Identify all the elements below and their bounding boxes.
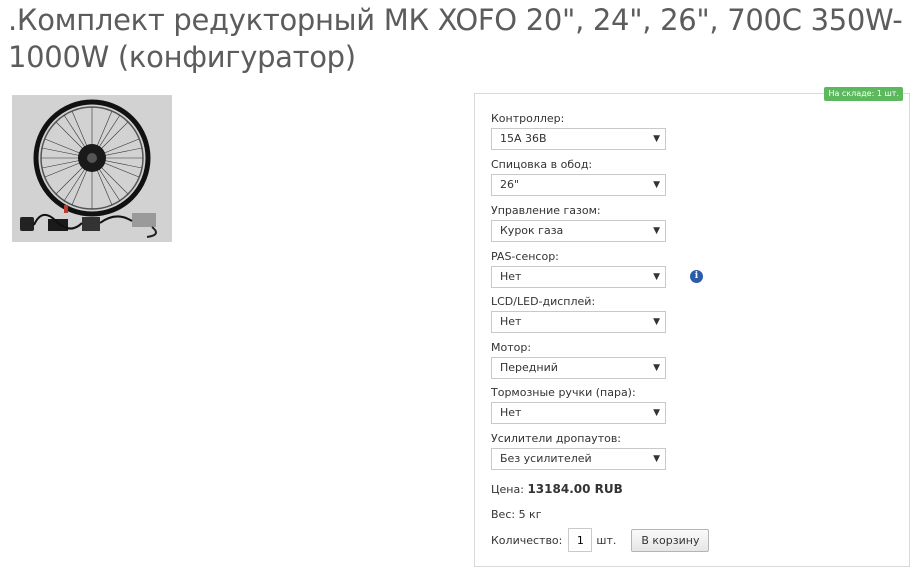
option-label: Контроллер: xyxy=(491,112,565,125)
info-icon[interactable]: i xyxy=(690,270,703,283)
quantity-label: Количество: xyxy=(491,533,563,547)
option-pas-sensor: PAS-сенсор: Нет ▼ xyxy=(491,250,791,288)
caret-down-icon: ▼ xyxy=(653,363,660,373)
option-dropout-reinforcement: Усилители дропаутов: Без усилителей ▼ xyxy=(491,432,791,470)
select-value: Передний xyxy=(500,361,558,374)
select-value: Курок газа xyxy=(500,224,564,237)
option-display: LCD/LED-дисплей: Нет ▼ xyxy=(491,295,791,333)
caret-down-icon: ▼ xyxy=(653,226,660,236)
caret-down-icon: ▼ xyxy=(653,408,660,418)
controller-select[interactable]: 15А 36В ▼ xyxy=(491,128,666,150)
throttle-select[interactable]: Курок газа ▼ xyxy=(491,220,666,242)
select-value: 26" xyxy=(500,178,520,191)
price-value: 13184.00 RUB xyxy=(527,482,623,496)
select-value: 15А 36В xyxy=(500,132,547,145)
option-controller: Контроллер: 15А 36В ▼ xyxy=(491,112,791,150)
option-spoking: Спицовка в обод: 26" ▼ xyxy=(491,158,791,196)
option-label: Управление газом: xyxy=(491,204,601,217)
option-label: Тормозные ручки (пара): xyxy=(491,386,636,399)
select-value: Нет xyxy=(500,315,522,328)
weight-text: Вес: 5 кг xyxy=(491,508,542,521)
stock-badge: На складе: 1 шт. xyxy=(824,87,903,101)
option-label: Усилители дропаутов: xyxy=(491,432,622,445)
select-value: Нет xyxy=(500,406,522,419)
select-value: Нет xyxy=(500,270,522,283)
option-motor: Мотор: Передний ▼ xyxy=(491,341,791,379)
caret-down-icon: ▼ xyxy=(653,272,660,282)
option-label: Мотор: xyxy=(491,341,532,354)
option-label: Спицовка в обод: xyxy=(491,158,593,171)
product-image[interactable] xyxy=(12,95,172,242)
pas-sensor-select[interactable]: Нет ▼ xyxy=(491,266,666,288)
caret-down-icon: ▼ xyxy=(653,180,660,190)
option-throttle: Управление газом: Курок газа ▼ xyxy=(491,204,791,242)
option-label: LCD/LED-дисплей: xyxy=(491,295,596,308)
caret-down-icon: ▼ xyxy=(653,317,660,327)
dropout-reinforcement-select[interactable]: Без усилителей ▼ xyxy=(491,448,666,470)
motor-select[interactable]: Передний ▼ xyxy=(491,357,666,379)
display-select[interactable]: Нет ▼ xyxy=(491,311,666,333)
page-title: .Комплект редукторный МК XOFO 20", 24", … xyxy=(8,3,903,74)
quantity-row: Количество: шт. В корзину xyxy=(491,527,710,553)
quantity-unit: шт. xyxy=(596,533,617,547)
price-label: Цена: xyxy=(491,483,524,496)
select-value: Без усилителей xyxy=(500,452,592,465)
brake-levers-select[interactable]: Нет ▼ xyxy=(491,402,666,424)
quantity-input[interactable] xyxy=(568,528,593,552)
caret-down-icon: ▼ xyxy=(653,454,660,464)
spoking-select[interactable]: 26" ▼ xyxy=(491,174,666,196)
option-brake-levers: Тормозные ручки (пара): Нет ▼ xyxy=(491,386,791,424)
option-label: PAS-сенсор: xyxy=(491,250,559,263)
wheel-kit-illustration xyxy=(12,95,172,242)
add-to-cart-button[interactable]: В корзину xyxy=(631,528,710,552)
price-row: Цена: 13184.00 RUB xyxy=(491,482,623,496)
configurator-panel: На складе: 1 шт. Контроллер: 15А 36В ▼ С… xyxy=(474,87,910,567)
caret-down-icon: ▼ xyxy=(653,134,660,144)
